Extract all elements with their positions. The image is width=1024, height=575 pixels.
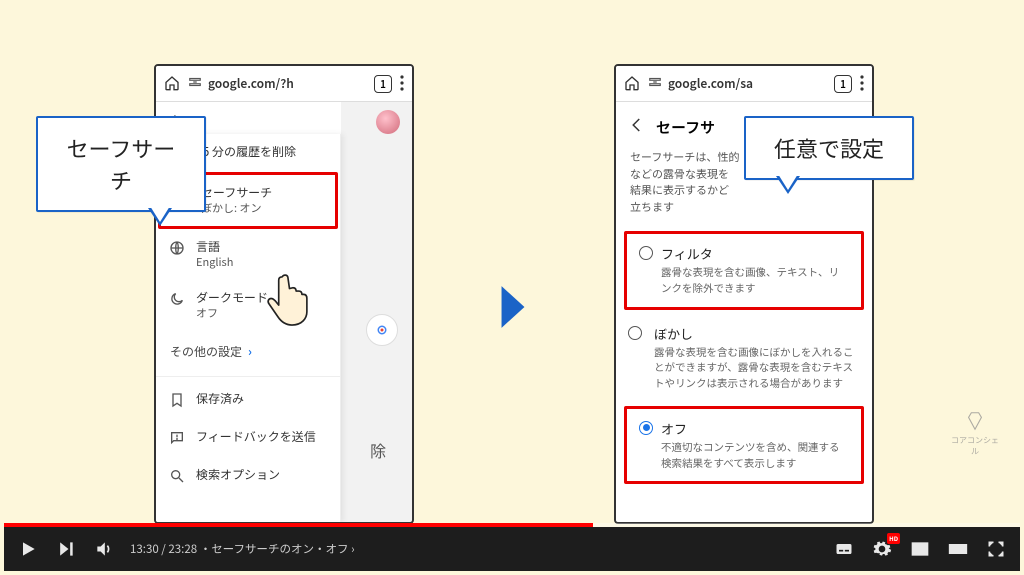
watermark-text: コアコンシェル [948,435,1002,457]
option-off[interactable]: オフ 不適切なコンテンツを含め、関連する検索結果をすべて表示します [624,406,864,485]
tab-count[interactable]: 1 [374,75,392,93]
option-sub: 露骨な表現を含む画像にぼかしを入れることができますが、露骨な表現を含むテキストや… [654,345,858,392]
option-sub: 露骨な表現を含む画像、テキスト、リンクを除外できます [661,265,847,297]
watermark: コアコンシェル [948,410,1002,457]
feedback-icon [168,429,186,447]
bookmark-icon [168,391,186,409]
player-controls: 13:30 / 23:28 ・セーフサーチのオン・オフ › [4,527,1020,571]
radio-icon [639,246,653,260]
callout-text: セーフサーチ [67,132,176,196]
separator [156,376,340,377]
menu-saved[interactable]: 保存済み [156,381,340,419]
menu-other-settings[interactable]: その他の設定 › [156,331,340,372]
settings-button[interactable] [870,537,894,561]
volume-button[interactable] [92,537,116,561]
menu-sublabel: オフ [196,306,268,321]
home-icon[interactable] [624,72,640,96]
miniplayer-button[interactable] [908,537,932,561]
menu-label: 言語 [196,239,233,255]
option-blur[interactable]: ぼかし 露骨な表現を含む画像にぼかしを入れることができますが、露骨な表現を含むテ… [616,314,872,402]
menu-dots-icon[interactable] [400,72,404,96]
option-sub: 不適切なコンテンツを含め、関連する検索結果をすべて表示します [661,440,847,472]
menu-darkmode[interactable]: ダークモード オフ [156,280,340,331]
site-info-icon[interactable] [188,75,202,93]
home-icon[interactable] [164,72,180,96]
callout-text: 任意で設定 [774,132,884,164]
back-icon[interactable] [628,116,646,139]
chevron-right-icon: › [248,343,252,360]
arrow-right-icon [496,282,530,337]
next-button[interactable] [54,537,78,561]
search-icon [168,467,186,485]
time-display: 13:30 / 23:28 ・セーフサーチのオン・オフ › [130,541,355,557]
menu-feedback[interactable]: フィードバックを送信 [156,419,340,457]
url-display[interactable]: google.com/?h [188,75,366,93]
theater-button[interactable] [946,537,970,561]
avatar[interactable] [376,110,400,134]
menu-dots-icon[interactable] [860,72,864,96]
url-display[interactable]: google.com/sa [648,75,826,93]
address-bar: google.com/?h 1 [156,66,412,102]
option-title: フィルタ [661,244,847,263]
chapter-title[interactable]: ・セーフサーチのオン・オフ [200,541,349,557]
callout-left: セーフサーチ [36,116,206,212]
menu-label: 検索オプション [196,467,280,483]
globe-icon [168,239,186,257]
callout-tail [148,208,172,226]
menu-label: 15 分の履歴を削除 [196,144,296,160]
menu-language[interactable]: 言語 English [156,229,340,280]
url-text: google.com/sa [668,75,753,92]
menu-search-options[interactable]: 検索オプション [156,457,340,495]
option-filter[interactable]: フィルタ 露骨な表現を含む画像、テキスト、リンクを除外できます [624,231,864,310]
menu-label: 保存済み [196,391,244,407]
play-button[interactable] [16,537,40,561]
page-title: セーフサ [656,117,715,138]
pointer-hand-icon [262,272,312,330]
callout-tail [776,176,800,194]
option-title: ぼかし [654,324,858,343]
moon-icon [168,290,186,308]
menu-label: フィードバックを送信 [196,429,316,445]
option-title: オフ [661,419,847,438]
menu-label: その他の設定 [170,343,242,360]
address-bar: google.com/sa 1 [616,66,872,102]
site-info-icon[interactable] [648,75,662,93]
tab-count[interactable]: 1 [834,75,852,93]
callout-right: 任意で設定 [744,116,914,180]
chevron-right-icon: › [351,541,354,557]
bg-text-fragment: 除 [370,438,386,462]
radio-selected-icon [639,421,653,435]
fullscreen-button[interactable] [984,537,1008,561]
subtitles-button[interactable] [832,537,856,561]
menu-sublabel: ぼかし: オン [201,201,272,216]
menu-label: ダークモード [196,290,268,306]
radio-icon [628,326,642,340]
video-content: google.com/?h 1 定 います 除 15 分の履歴を削除 セーフ [4,4,1020,523]
menu-label: セーフサーチ [201,185,272,201]
menu-sublabel: English [196,255,233,270]
lens-icon[interactable] [366,314,398,346]
url-text: google.com/?h [208,75,294,92]
